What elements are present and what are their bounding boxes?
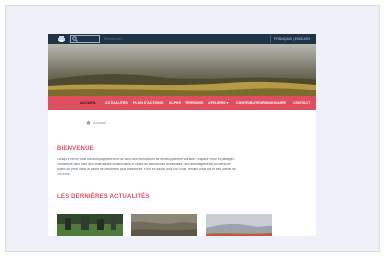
news-thumbnail-2[interactable] (131, 214, 197, 236)
landscape-image (48, 74, 316, 96)
breadcrumb[interactable]: Accueil (93, 120, 106, 125)
language-switch[interactable]: FRANÇAIS | ENGLISH (270, 35, 310, 43)
home-icon[interactable] (86, 120, 91, 125)
top-bar: FRANÇAIS | ENGLISH (48, 34, 316, 44)
nav-item-accueil[interactable]: ACCUEIL (80, 96, 96, 110)
news-section-title: LES DERNIÈRES ACTUALITÉS (57, 194, 150, 200)
nav-item-terrains[interactable]: TERRAINS (185, 96, 203, 110)
news-thumbnail-1[interactable] (57, 214, 123, 236)
nav-item-alpes[interactable]: ALPES (169, 96, 181, 110)
nav-item-plan-actions[interactable]: PLAN D'ACTIONS (133, 96, 163, 110)
welcome-title: BIENVENUE (57, 146, 94, 152)
nav-item-annuaire[interactable]: ANNUAIRE (267, 96, 286, 110)
web-page: FRANÇAIS | ENGLISH ACCUEIL ACTUALITÉS PL… (48, 34, 316, 236)
screenshot-frame: FRANÇAIS | ENGLISH ACCUEIL ACTUALITÉS PL… (5, 5, 380, 252)
welcome-text-line: l'ensemble peut offrir aux collectivités… (57, 163, 231, 166)
nav-item-ateliers[interactable]: ATELIERS ▾ (208, 96, 228, 110)
search-input[interactable] (104, 36, 164, 42)
main-nav: ACCUEIL ACTUALITÉS PLAN D'ACTIONS ALPES … (48, 96, 316, 110)
header-banner (48, 44, 316, 96)
nav-item-actualites[interactable]: ACTUALITÉS (105, 96, 128, 110)
welcome-text-line: Lorsqu'il est en outil d'accompagnement … (57, 158, 235, 161)
nav-item-contact[interactable]: CONTACT (293, 96, 310, 110)
news-thumbnail-3[interactable] (206, 214, 272, 236)
welcome-text-line: public ou privé dans le cadre de démarch… (57, 168, 236, 171)
print-icon[interactable] (58, 36, 65, 42)
welcome-text-link[interactable]: l'ADEME. (57, 173, 277, 177)
nav-item-contributeurs[interactable]: CONTRIBUTEURS (236, 96, 267, 110)
search-icon[interactable] (72, 36, 78, 42)
